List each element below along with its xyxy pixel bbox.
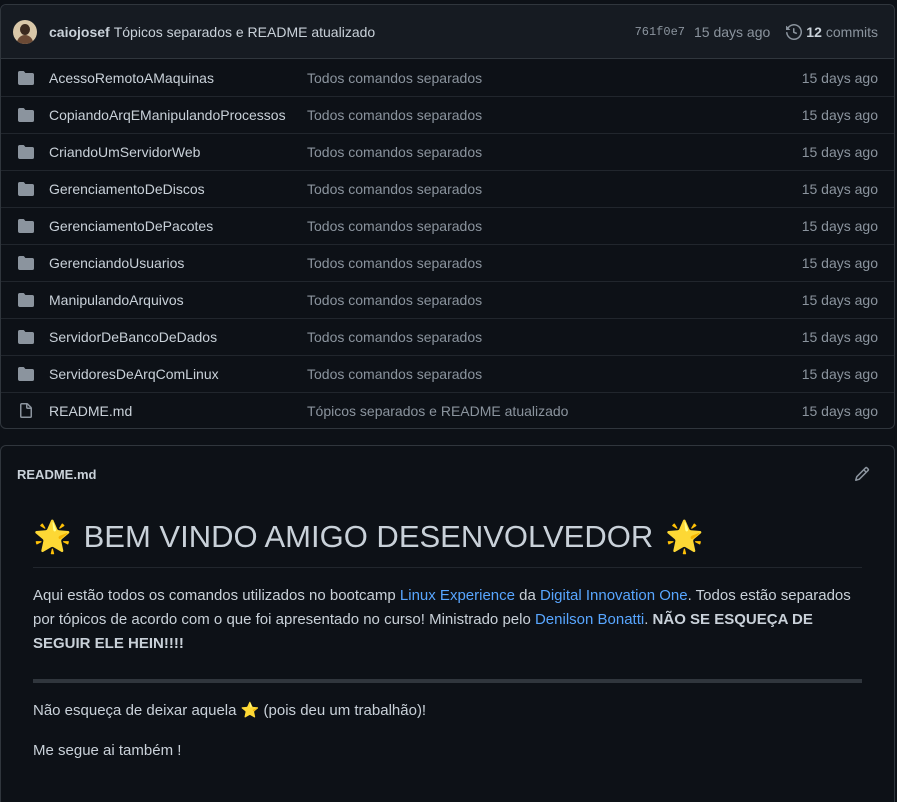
file-date: 15 days ago [801, 181, 878, 197]
file-commit-message[interactable]: Todos comandos separados [307, 218, 482, 234]
file-commit-message[interactable]: Todos comandos separados [307, 107, 482, 123]
file-date: 15 days ago [801, 69, 878, 86]
star-text: (pois deu um trabalhão)! [259, 702, 427, 719]
glowing-star-emoji: 🌟 [33, 519, 72, 554]
file-icon [20, 403, 32, 418]
file-row[interactable]: GerenciamentoDeDiscos Todos comandos sepa… [1, 170, 894, 207]
folder-icon [18, 70, 34, 85]
file-row[interactable]: ManipulandoArquivos Todos comandos separa… [1, 281, 894, 318]
file-name[interactable]: CriandoUmServidorWeb [49, 144, 200, 160]
file-commit-message[interactable]: Todos comandos separados [307, 255, 482, 271]
commits-label: commits [825, 23, 878, 40]
pencil-icon[interactable] [854, 466, 870, 482]
file-date: 15 days ago [801, 218, 878, 234]
folder-icon [18, 145, 34, 159]
avatar[interactable] [13, 19, 37, 44]
file-date: 15 days ago [801, 255, 878, 271]
file-name[interactable]: GerenciandoUsuarios [49, 255, 184, 271]
folder-icon [18, 182, 34, 196]
latest-commit-bar: caiojosef Tópicos separados e README atu… [1, 5, 894, 59]
file-commit-message[interactable]: Todos comandos separados [307, 366, 482, 382]
file-commit-message[interactable]: Todos comandos separados [307, 181, 482, 197]
commits-link[interactable]: 12 commits [786, 24, 878, 40]
readme-panel: README.md 🌟 BEM VINDO AMIGO DESENVOLVEDO… [0, 445, 895, 802]
file-row[interactable]: GerenciandoUsuarios Todos comandos separa… [1, 244, 894, 281]
file-commit-message[interactable]: Tópicos separados e README atualizado [307, 403, 568, 419]
commit-message[interactable]: Tópicos separados e README atualizado [114, 24, 375, 40]
history-icon [786, 23, 803, 40]
readme-follow: Me segue ai também ! [33, 742, 182, 759]
file-date: 15 days ago [801, 403, 878, 419]
file-name[interactable]: ServidoresDeArqComLinux [49, 366, 219, 382]
readme-content: 🌟 BEM VINDO AMIGO DESENVOLVEDOR 🌟 Aqui e… [1, 518, 894, 763]
file-row[interactable]: ServidoresDeArqComLinux Todos comandos se… [1, 355, 894, 392]
folder-icon [18, 293, 34, 307]
link-linux-experience[interactable]: Linux Experience [400, 587, 515, 604]
file-commit-message[interactable]: Todos comandos separados [307, 70, 482, 86]
file-name[interactable]: ServidorDeBancoDeDados [49, 329, 217, 345]
file-name[interactable]: GerenciamentoDePacotes [49, 218, 213, 234]
file-name[interactable]: CopiandoArqEManipulandoProcessos [49, 107, 286, 123]
file-browser: caiojosef Tópicos separados e README atu… [0, 4, 895, 429]
file-row[interactable]: CopiandoArqEManipulandoProcessos Todos co… [1, 96, 894, 133]
star-emoji: ⭐ [240, 702, 260, 719]
file-row[interactable]: CriandoUmServidorWeb Todos comandos separ… [1, 133, 894, 170]
link-denilson-bonatti[interactable]: Denilson Bonatti [535, 611, 644, 628]
readme-star-request: Não esqueça de deixar aquela ⭐ (pois deu… [33, 699, 862, 723]
file-name[interactable]: README.md [49, 403, 132, 419]
file-commit-message[interactable]: Todos comandos separados [307, 144, 482, 160]
readme-title[interactable]: README.md [17, 467, 96, 482]
commits-count: 12 [806, 23, 822, 40]
file-row[interactable]: AcessoRemotoAMaquinas Todos comandos sepa… [1, 59, 894, 96]
commit-sha[interactable]: 761f0e7 [635, 25, 685, 39]
commit-author[interactable]: caiojosef [49, 24, 110, 40]
file-date: 15 days ago [801, 292, 878, 308]
folder-icon [18, 367, 34, 381]
file-row[interactable]: ServidorDeBancoDeDados Todos comandos sep… [1, 318, 894, 355]
readme-header: README.md [1, 446, 894, 502]
file-name[interactable]: GerenciamentoDeDiscos [49, 181, 205, 197]
intro-text: Aqui estão todos os comandos utilizados … [33, 587, 400, 604]
divider [33, 679, 862, 683]
file-row[interactable]: GerenciamentoDePacotes Todos comandos sep… [1, 207, 894, 244]
intro-text: . [644, 611, 653, 628]
file-row[interactable]: README.md Tópicos separados e README atua… [1, 392, 894, 428]
link-digital-innovation-one[interactable]: Digital Innovation One [540, 587, 688, 604]
file-date: 15 days ago [801, 366, 878, 382]
file-date: 15 days ago [801, 329, 878, 345]
readme-heading: 🌟 BEM VINDO AMIGO DESENVOLVEDOR 🌟 [33, 518, 862, 568]
heading-text: BEM VINDO AMIGO DESENVOLVEDOR [83, 518, 654, 554]
file-name[interactable]: ManipulandoArquivos [49, 292, 184, 308]
glowing-star-emoji: 🌟 [665, 519, 704, 554]
commit-date: 15 days ago [694, 23, 771, 40]
file-date: 15 days ago [801, 107, 878, 123]
file-name[interactable]: AcessoRemotoAMaquinas [49, 70, 214, 86]
folder-icon [18, 108, 34, 122]
folder-icon [18, 219, 34, 233]
star-text: Não esqueça de deixar aquela [33, 702, 241, 719]
folder-icon [18, 256, 34, 270]
intro-text: da [514, 587, 541, 604]
readme-intro: Aqui estão todos os comandos utilizados … [33, 584, 862, 656]
file-commit-message[interactable]: Todos comandos separados [307, 329, 482, 345]
folder-icon [18, 330, 34, 344]
file-commit-message[interactable]: Todos comandos separados [307, 292, 482, 308]
file-date: 15 days ago [801, 144, 878, 160]
